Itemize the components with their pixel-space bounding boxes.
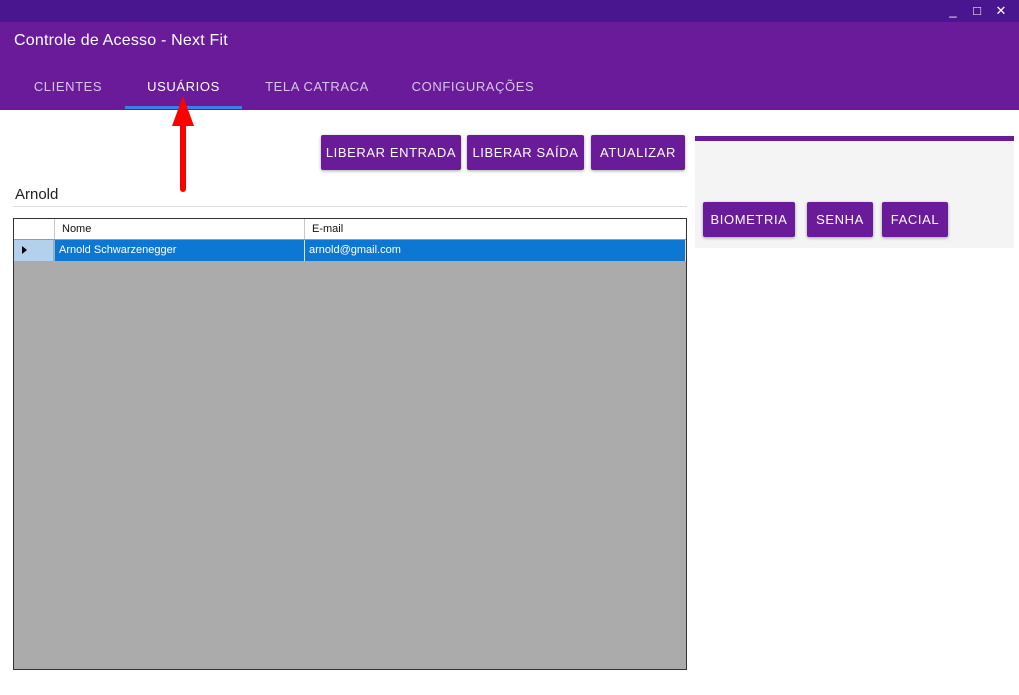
cell-nome[interactable]: Arnold Schwarzenegger <box>55 240 305 261</box>
current-row-icon <box>22 246 27 254</box>
annotation-arrow <box>172 96 194 192</box>
app-title: Controle de Acesso - Next Fit <box>14 32 228 49</box>
row-header-corner <box>14 219 55 239</box>
row-selector[interactable] <box>14 240 54 261</box>
app-header: Controle de Acesso - Next Fit CLIENTES U… <box>0 22 1019 110</box>
selected-user-label: Arnold <box>15 186 59 203</box>
section-divider <box>13 206 687 207</box>
tab-configuracoes[interactable]: CONFIGURAÇÕES <box>400 78 546 110</box>
tab-tela-catraca[interactable]: TELA CATRACA <box>250 78 384 110</box>
table-header: Nome E-mail <box>14 219 686 240</box>
users-table[interactable]: Nome E-mail Arnold Schwarzenegger arnold… <box>13 218 687 670</box>
atualizar-button[interactable]: ATUALIZAR <box>591 135 685 170</box>
liberar-saida-button[interactable]: LIBERAR SAÍDA <box>467 135 584 170</box>
liberar-entrada-button[interactable]: LIBERAR ENTRADA <box>321 135 461 170</box>
close-button[interactable]: ✕ <box>990 1 1012 21</box>
maximize-button[interactable]: □ <box>966 1 988 21</box>
window-titlebar: _ □ ✕ <box>0 0 1019 22</box>
table-row[interactable]: Arnold Schwarzenegger arnold@gmail.com <box>14 240 686 261</box>
senha-button[interactable]: SENHA <box>807 202 873 237</box>
biometria-button[interactable]: BIOMETRIA <box>703 202 795 237</box>
column-header-email[interactable]: E-mail <box>305 219 686 239</box>
column-header-nome[interactable]: Nome <box>55 219 305 239</box>
minimize-button[interactable]: _ <box>942 1 964 21</box>
facial-button[interactable]: FACIAL <box>882 202 948 237</box>
tab-clientes[interactable]: CLIENTES <box>14 78 122 110</box>
cell-email[interactable]: arnold@gmail.com <box>305 240 686 261</box>
